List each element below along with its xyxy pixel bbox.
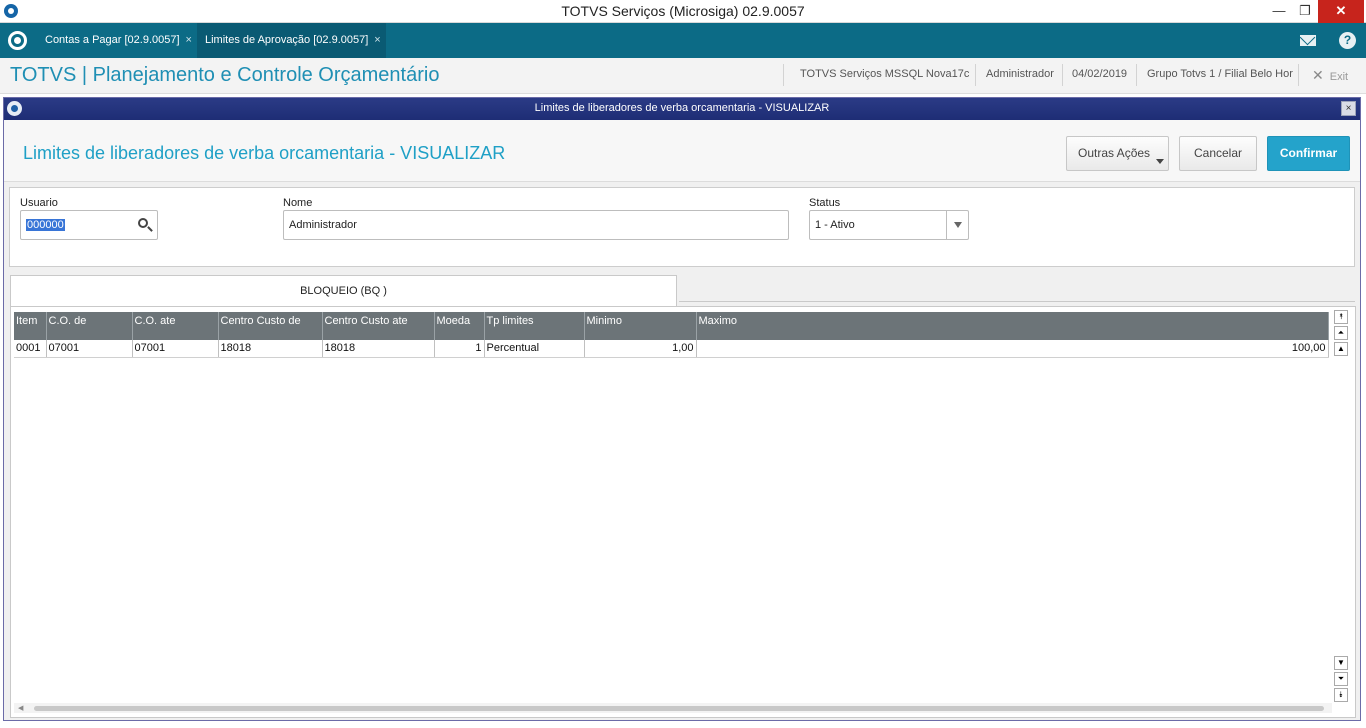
- col-header-co-de[interactable]: C.O. de: [46, 312, 133, 340]
- scroll-page-up-icon[interactable]: ⏶: [1334, 326, 1348, 340]
- horizontal-scrollbar[interactable]: ◀: [14, 703, 1332, 713]
- date-info: 04/02/2019: [1072, 68, 1128, 80]
- tab-close-icon[interactable]: ×: [186, 34, 192, 46]
- scroll-top-icon[interactable]: ⯭: [1334, 310, 1348, 324]
- help-icon[interactable]: ?: [1339, 32, 1356, 49]
- dialog-window: Limites de liberadores de verba orcament…: [3, 97, 1361, 721]
- usuario-value: 000000: [26, 219, 65, 231]
- cell-item[interactable]: 0001: [14, 340, 47, 358]
- nome-label: Nome: [283, 197, 313, 209]
- usuario-label: Usuario: [20, 197, 58, 209]
- scroll-thumb[interactable]: [34, 706, 1324, 711]
- tab-close-icon[interactable]: ×: [374, 34, 380, 46]
- status-value: 1 - Ativo: [815, 219, 855, 231]
- cell-maximo[interactable]: 100,00: [696, 340, 1329, 358]
- limits-table: Item C.O. de C.O. ate Centro Custo de Ce…: [14, 312, 1329, 358]
- col-header-maximo[interactable]: Maximo: [696, 312, 1329, 340]
- vertical-scrollbar[interactable]: ⯭ ⏶ ▲ ▼ ⏷ ⯯: [1334, 310, 1350, 712]
- dialog-close-button[interactable]: ×: [1341, 101, 1356, 116]
- col-header-co-ate[interactable]: C.O. ate: [132, 312, 219, 340]
- outras-acoes-label: Outras Ações: [1078, 146, 1151, 160]
- header-divider: [975, 64, 976, 86]
- scroll-up-icon[interactable]: ▲: [1334, 342, 1348, 356]
- search-icon[interactable]: [138, 218, 148, 228]
- window-titlebar: TOTVS Serviços (Microsiga) 02.9.0057 — ❐…: [0, 0, 1366, 23]
- confirm-button[interactable]: Confirmar: [1267, 136, 1350, 171]
- table-row[interactable]: 0001 07001 07001 18018 18018 1 Percentua…: [14, 340, 1329, 358]
- tab-bloqueio[interactable]: BLOQUEIO (BQ ): [10, 275, 677, 306]
- exit-icon: ✕: [1312, 67, 1324, 83]
- window-title: TOTVS Serviços (Microsiga) 02.9.0057: [561, 3, 805, 19]
- cell-tp-limites[interactable]: Percentual: [484, 340, 585, 358]
- tab-limites-de-aprovacao[interactable]: Limites de Aprovação [02.9.0057] ×: [197, 23, 386, 58]
- app-tab-bar: Contas a Pagar [02.9.0057] × Limites de A…: [0, 23, 1366, 58]
- header-divider: [1136, 64, 1137, 86]
- header-form: Usuario 000000 Nome Administrador Status…: [9, 187, 1355, 267]
- status-select[interactable]: 1 - Ativo: [809, 210, 969, 240]
- maximize-button[interactable]: ❐: [1290, 0, 1320, 23]
- cell-co-de[interactable]: 07001: [46, 340, 133, 358]
- header-divider: [1298, 64, 1299, 86]
- exit-button[interactable]: ✕ Exit: [1312, 67, 1348, 84]
- cell-co-ate[interactable]: 07001: [132, 340, 219, 358]
- usuario-field[interactable]: 000000: [20, 210, 158, 240]
- tab-label: Contas a Pagar [02.9.0057]: [45, 34, 180, 46]
- tab-label: Limites de Aprovação [02.9.0057]: [205, 34, 369, 46]
- mail-icon[interactable]: [1300, 35, 1316, 46]
- scroll-down-icon[interactable]: ▼: [1334, 656, 1348, 670]
- cell-moeda[interactable]: 1: [434, 340, 485, 358]
- tab-contas-a-pagar[interactable]: Contas a Pagar [02.9.0057] ×: [37, 23, 195, 58]
- col-header-tp-limites[interactable]: Tp limites: [484, 312, 585, 340]
- header-divider: [1062, 64, 1063, 86]
- scroll-left-icon[interactable]: ◀: [18, 704, 23, 712]
- dialog-titlebar: Limites de liberadores de verba orcament…: [4, 98, 1360, 120]
- dialog-title: Limites de liberadores de verba orcament…: [534, 102, 830, 114]
- branch-info: Grupo Totvs 1 / Filial Belo Hor: [1147, 68, 1293, 80]
- col-header-moeda[interactable]: Moeda: [434, 312, 485, 340]
- environment-info: TOTVS Serviços MSSQL Nova17c: [800, 68, 970, 80]
- caret-down-icon: [1156, 159, 1164, 164]
- table-header-row: Item C.O. de C.O. ate Centro Custo de Ce…: [14, 312, 1329, 340]
- nome-field[interactable]: Administrador: [283, 210, 789, 240]
- user-info: Administrador: [986, 68, 1054, 80]
- module-header: TOTVS | Planejamento e Controle Orçament…: [0, 58, 1366, 94]
- exit-label: Exit: [1329, 71, 1349, 83]
- cancel-button[interactable]: Cancelar: [1179, 136, 1257, 171]
- page-title: Limites de liberadores de verba orcament…: [23, 143, 506, 163]
- tab-divider: [679, 301, 1355, 302]
- status-label: Status: [809, 197, 841, 209]
- cell-centro-custo-ate[interactable]: 18018: [322, 340, 435, 358]
- scroll-bottom-icon[interactable]: ⯯: [1334, 688, 1348, 702]
- scroll-page-down-icon[interactable]: ⏷: [1334, 672, 1348, 686]
- header-divider: [783, 64, 784, 86]
- cell-minimo[interactable]: 1,00: [584, 340, 697, 358]
- window-close-button[interactable]: ✕: [1318, 0, 1364, 23]
- module-title: TOTVS | Planejamento e Controle Orçament…: [10, 64, 440, 86]
- page-heading: Limites de liberadores de verba orcament…: [4, 120, 1360, 182]
- chevron-down-icon[interactable]: [946, 211, 968, 239]
- home-icon[interactable]: [8, 31, 27, 50]
- outras-acoes-button[interactable]: Outras Ações: [1066, 136, 1169, 171]
- col-header-minimo[interactable]: Minimo: [584, 312, 697, 340]
- col-header-centro-custo-ate[interactable]: Centro Custo ate: [322, 312, 435, 340]
- col-header-centro-custo-de[interactable]: Centro Custo de: [218, 312, 323, 340]
- data-grid: Item C.O. de C.O. ate Centro Custo de Ce…: [10, 306, 1356, 718]
- cell-centro-custo-de[interactable]: 18018: [218, 340, 323, 358]
- col-header-item[interactable]: Item: [14, 312, 47, 340]
